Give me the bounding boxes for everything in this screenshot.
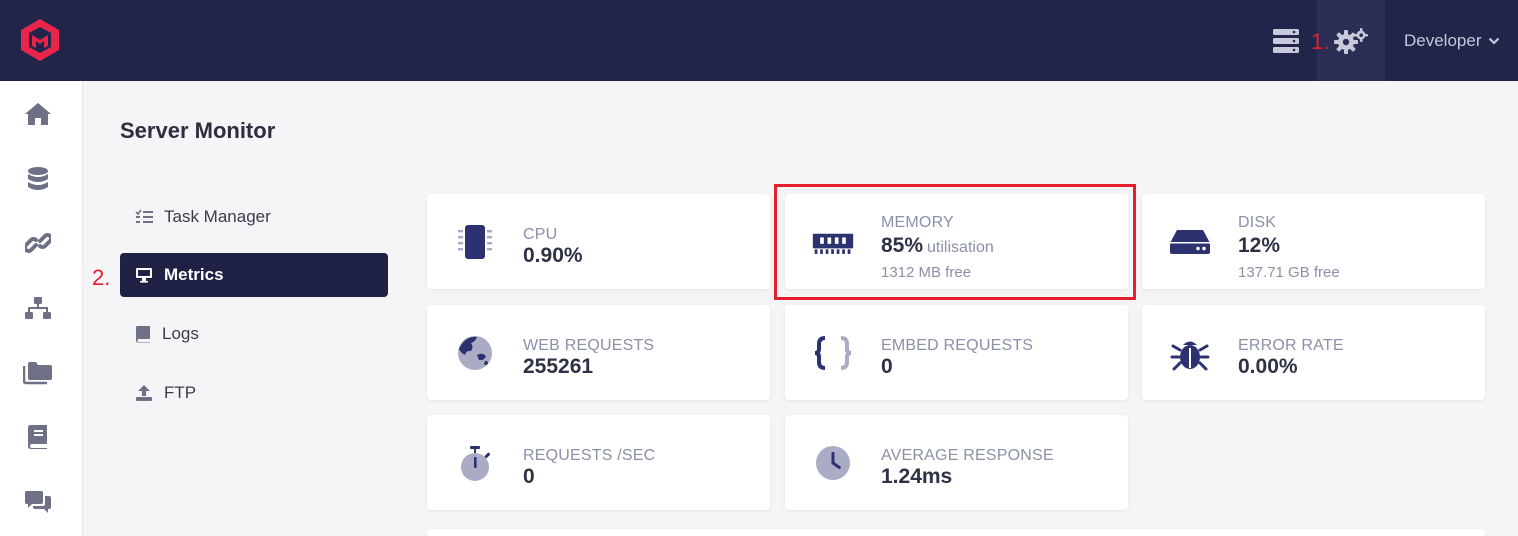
database-icon: [28, 167, 48, 190]
annotation-marker-1: 1.: [1311, 29, 1330, 54]
subnav-item-task-manager[interactable]: Task Manager: [120, 195, 388, 239]
metric-label: REQUESTS /SEC: [523, 447, 656, 464]
tasks-icon: [135, 209, 153, 223]
desktop-icon: [136, 268, 152, 283]
sidebar-item-docs[interactable]: [22, 421, 54, 453]
chevron-down-icon: [1488, 37, 1499, 45]
braces-icon: [811, 331, 855, 375]
metric-card-average-response: AVERAGE RESPONSE 1.24ms: [785, 415, 1128, 510]
metric-value: 1.24ms: [881, 465, 953, 488]
metric-value: 0: [881, 355, 893, 378]
metric-card-web-requests: WEB REQUESTS 255261: [427, 305, 770, 400]
bug-icon: [1168, 331, 1212, 375]
sidebar-item-messages[interactable]: [22, 486, 54, 518]
metric-value: 0: [523, 465, 535, 488]
metric-label: EMBED REQUESTS: [881, 337, 1034, 354]
annotation-marker-2: 2.: [92, 265, 111, 290]
sidebar-item-database[interactable]: [22, 163, 54, 195]
metric-card-cpu: CPU 0.90%: [427, 194, 770, 289]
sidebar-item-network[interactable]: [22, 292, 54, 324]
sidebar-item-links[interactable]: [22, 227, 54, 259]
comments-icon: [25, 491, 51, 513]
sidebar-item-files[interactable]: [22, 357, 54, 389]
folders-icon: [23, 362, 52, 385]
metric-value: 12%: [1238, 234, 1281, 257]
link-icon: [25, 233, 51, 253]
sidebar-item-home[interactable]: [22, 98, 54, 130]
subnav-item-ftp[interactable]: FTP: [120, 371, 388, 415]
metric-card-disk: DISK 12% 137.71 GB free: [1142, 194, 1485, 289]
server-icon: [1273, 28, 1299, 53]
subnav-item-metrics[interactable]: Metrics: [120, 253, 388, 297]
upload-icon: [136, 385, 152, 401]
main-sidebar: [0, 81, 83, 536]
home-icon: [25, 103, 51, 125]
page-title: Server Monitor: [120, 118, 276, 143]
stopwatch-icon: [453, 441, 497, 485]
subnav-label: Logs: [162, 324, 199, 343]
metric-card-embed-requests: EMBED REQUESTS 0: [785, 305, 1128, 400]
user-menu-label: Developer: [1404, 31, 1482, 50]
clock-icon: [811, 441, 855, 485]
metric-value: 0.90%: [523, 244, 583, 267]
annotation-highlight-box: [774, 184, 1136, 300]
metric-subtext: 137.71 GB free: [1238, 264, 1340, 281]
app-logo[interactable]: [18, 17, 62, 63]
microchip-icon: [453, 220, 497, 264]
chart-panel: [427, 529, 1485, 536]
subnav-item-logs[interactable]: Logs: [120, 312, 388, 356]
metric-card-error-rate: ERROR RATE 0.00%: [1142, 305, 1485, 400]
globe-icon: [453, 331, 497, 375]
user-menu[interactable]: Developer: [1404, 31, 1500, 51]
cogs-icon: [1334, 27, 1368, 54]
book-icon: [28, 425, 47, 449]
metric-label: CPU: [523, 226, 558, 243]
subnav-label: Metrics: [164, 265, 224, 284]
metric-value: 0.00%: [1238, 355, 1298, 378]
top-bar: 1. Developer: [0, 0, 1518, 81]
book-icon: [136, 326, 150, 343]
metric-card-requests-per-sec: REQUESTS /SEC 0: [427, 415, 770, 510]
metric-label: AVERAGE RESPONSE: [881, 447, 1054, 464]
hdd-icon: [1168, 220, 1212, 264]
metric-label: DISK: [1238, 214, 1277, 231]
servers-button[interactable]: [1262, 0, 1310, 81]
subnav-label: FTP: [164, 383, 197, 402]
metric-label: WEB REQUESTS: [523, 337, 655, 354]
metric-value: 255261: [523, 355, 594, 378]
sitemap-icon: [25, 297, 51, 319]
metric-label: ERROR RATE: [1238, 337, 1344, 354]
subnav-label: Task Manager: [164, 207, 271, 226]
